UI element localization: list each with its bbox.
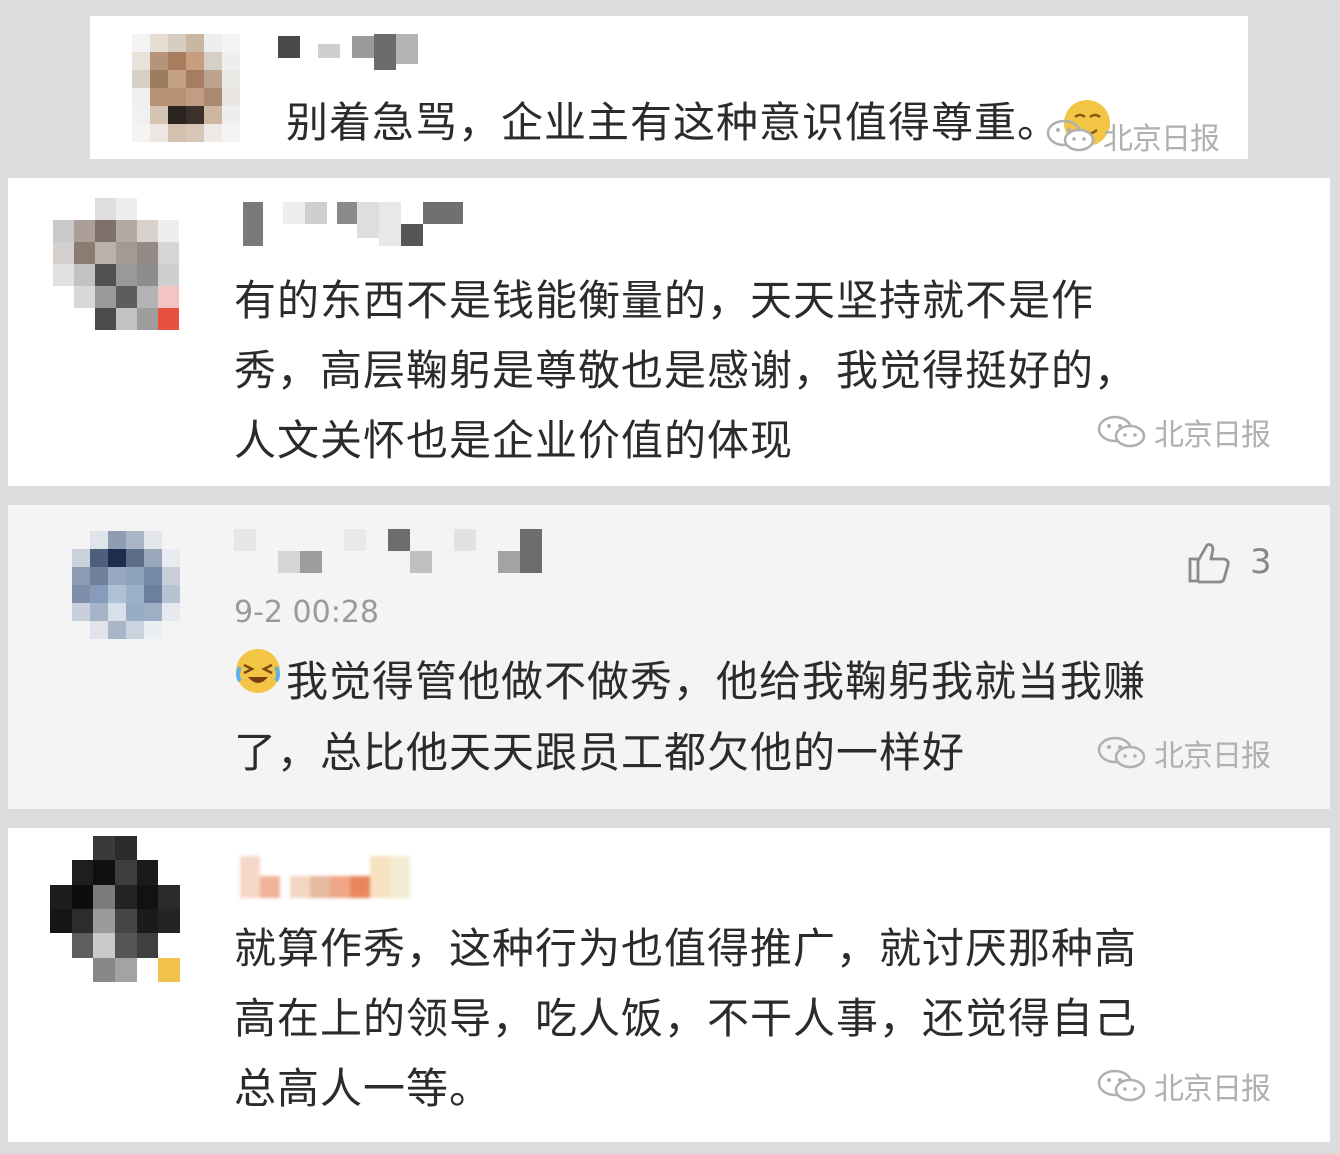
avatar[interactable]	[50, 836, 180, 982]
watermark: 北京日报	[1096, 731, 1271, 775]
comment-card-1: 别着急骂，企业主有这种意识值得尊重。 北京日报	[90, 16, 1248, 159]
watermark: 北京日报	[1096, 410, 1271, 454]
comment-text: 就算作秀，这种行为也值得推广，就讨厌那种高 高在上的领导，吃人饭，不干人事，还觉…	[234, 924, 1138, 1113]
username-blurred[interactable]	[240, 856, 410, 898]
wechat-icon	[1097, 415, 1146, 448]
comment-text: 我觉得管他做不做秀，他给我鞠躬我就当我赚 了，总比他天天跟员工都欠他的一样好	[234, 648, 1146, 787]
username-blurred[interactable]	[234, 529, 542, 573]
avatar[interactable]	[132, 34, 240, 142]
watermark: 北京日报	[1096, 1064, 1271, 1108]
like-count: 3	[1250, 542, 1272, 582]
comment-text: 别着急骂，企业主有这种意识值得尊重。	[286, 98, 1061, 147]
comment-card-4: 就算作秀，这种行为也值得推广，就讨厌那种高 高在上的领导，吃人饭，不干人事，还觉…	[8, 828, 1330, 1142]
wechat-icon	[1097, 1069, 1146, 1102]
comment-card-2: 有的东西不是钱能衡量的，天天坚持就不是作 秀，高层鞠躬是尊敬也是感谢，我觉得挺好…	[8, 178, 1330, 486]
username-blurred[interactable]	[243, 202, 463, 246]
wechat-icon	[1046, 119, 1095, 152]
thumbs-up-icon	[1188, 543, 1230, 584]
avatar[interactable]	[53, 198, 179, 330]
like-button[interactable]: 3	[1186, 539, 1272, 585]
username-blurred[interactable]	[278, 34, 418, 70]
comment-text: 有的东西不是钱能衡量的，天天坚持就不是作 秀，高层鞠躬是尊敬也是感谢，我觉得挺好…	[234, 276, 1138, 465]
comment-card-3: 9-2 00:28 3 我觉得管他做不做秀，他给我鞠躬我就当我赚 了，总比他天天…	[8, 505, 1330, 809]
watermark: 北京日报	[1045, 114, 1220, 158]
comment-date: 9-2 00:28	[234, 595, 379, 630]
wechat-icon	[1097, 736, 1146, 769]
avatar[interactable]	[72, 531, 180, 639]
laughing-crying-emoji-icon	[234, 647, 282, 715]
